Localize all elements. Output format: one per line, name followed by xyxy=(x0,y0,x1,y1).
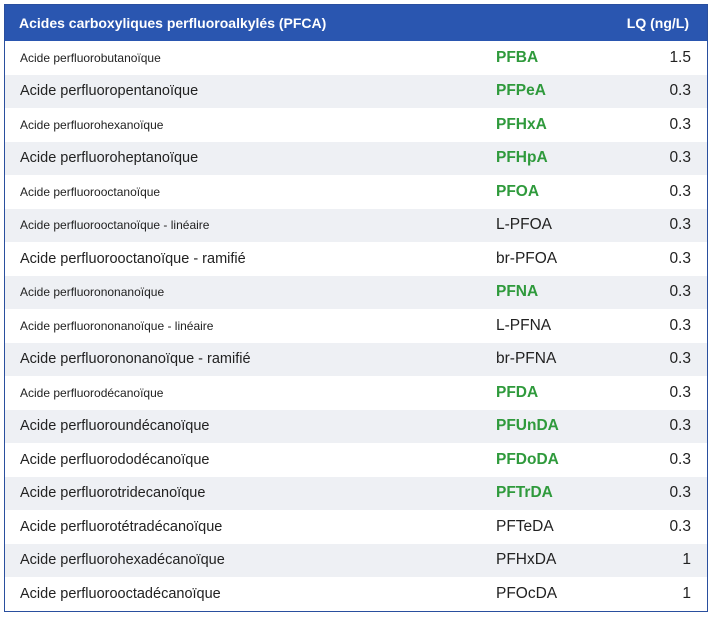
compound-abbreviation: PFDoDA xyxy=(496,450,559,468)
lq-value: 0.3 xyxy=(669,350,691,368)
table-row: Acide perfluorotétradécanoïque PFTeDA 0.3 xyxy=(5,510,707,544)
lq-value: 0.3 xyxy=(669,283,691,301)
lq-value: 0.3 xyxy=(669,249,691,267)
lq-value: 0.3 xyxy=(669,517,691,535)
compound-abbreviation: PFPeA xyxy=(496,82,546,100)
compound-name: Acide perfluorodécanoïque xyxy=(20,385,164,400)
table-header: Acides carboxyliques perfluoroalkylés (P… xyxy=(5,5,707,41)
table-title: Acides carboxyliques perfluoroalkylés (P… xyxy=(19,15,327,31)
compound-name: Acide perfluorotridecanoïque xyxy=(20,485,206,502)
compound-abbreviation: PFHpA xyxy=(496,149,548,167)
compound-name: Acide perfluorononanoïque - linéaire xyxy=(20,318,214,333)
compound-abbreviation: PFOcDA xyxy=(496,584,558,602)
compound-name: Acide perfluorooctanoïque - ramifié xyxy=(20,250,246,267)
compound-name: Acide perfluorooctadécanoïque xyxy=(20,585,221,602)
table-row: Acide perfluorooctanoïque - linéaire L-PF… xyxy=(5,208,707,242)
table-body: Acide perfluorobutanoïque PFBA 1.5 Acide pe… xyxy=(5,41,707,611)
lq-value: 0.3 xyxy=(669,383,691,401)
lq-value: 0.3 xyxy=(669,450,691,468)
compound-abbreviation: L-PFOA xyxy=(496,216,552,234)
lq-value: 0.3 xyxy=(669,417,691,435)
pfca-table: Acides carboxyliques perfluoroalkylés (P… xyxy=(4,4,708,612)
table-row: Acide perfluoropentanoïque PFPeA 0.3 xyxy=(5,74,707,108)
table-row: Acide perfluorononanoïque - ramifié br-PF… xyxy=(5,342,707,376)
compound-name: Acide perfluoroheptanoïque xyxy=(20,150,199,167)
compound-name: Acide perfluorononanoïque - ramifié xyxy=(20,351,251,368)
table-row: Acide perfluorooctanoïque - ramifié br-PF… xyxy=(5,242,707,276)
compound-name: Acide perfluoroundécanoïque xyxy=(20,418,210,435)
lq-value: 0.3 xyxy=(669,316,691,334)
table-row: Acide perfluorobutanoïque PFBA 1.5 xyxy=(5,41,707,75)
compound-abbreviation: PFNA xyxy=(496,283,539,301)
lq-value: 1.5 xyxy=(669,48,691,66)
compound-name: Acide perfluorooctanoïque xyxy=(20,184,161,199)
table-row: Acide perfluorohexadécanoïque PFHxDA 1 xyxy=(5,543,707,577)
compound-abbreviation: PFTeDA xyxy=(496,517,554,535)
compound-abbreviation: br-PFNA xyxy=(496,350,557,368)
table-row: Acide perfluorononanoïque - linéaire L-PF… xyxy=(5,309,707,343)
compound-abbreviation: PFBA xyxy=(496,48,539,66)
compound-abbreviation: PFUnDA xyxy=(496,417,559,435)
lq-value: 0.3 xyxy=(669,149,691,167)
lq-value: 0.3 xyxy=(669,182,691,200)
compound-name: Acide perfluorododécanoïque xyxy=(20,451,210,468)
lq-value: 1 xyxy=(682,551,691,569)
table-row: Acide perfluorononanoïque PFNA 0.3 xyxy=(5,275,707,309)
table-row: Acide perfluoroundécanoïque PFUnDA 0.3 xyxy=(5,409,707,443)
table-row: Acide perfluoroheptanoïque PFHpA 0.3 xyxy=(5,141,707,175)
lq-value: 1 xyxy=(682,584,691,602)
compound-abbreviation: PFHxDA xyxy=(496,551,557,569)
table-row: Acide perfluorodécanoïque PFDA 0.3 xyxy=(5,376,707,410)
lq-value: 0.3 xyxy=(669,216,691,234)
lq-value: 0.3 xyxy=(669,484,691,502)
lq-value: 0.3 xyxy=(669,82,691,100)
compound-name: Acide perfluorobutanoïque xyxy=(20,50,161,65)
compound-abbreviation: PFOA xyxy=(496,182,540,200)
compound-abbreviation: PFTrDA xyxy=(496,484,553,502)
table-row: Acide perfluorooctadécanoïque PFOcDA 1 xyxy=(5,577,707,611)
lq-column-header: LQ (ng/L) xyxy=(626,15,689,31)
compound-name: Acide perfluorotétradécanoïque xyxy=(20,518,223,535)
lq-value: 0.3 xyxy=(669,115,691,133)
compound-abbreviation: br-PFOA xyxy=(496,249,558,267)
table-row: Acide perfluorooctanoïque PFOA 0.3 xyxy=(5,175,707,209)
compound-name: Acide perfluorooctanoïque - linéaire xyxy=(20,218,210,233)
compound-abbreviation: PFDA xyxy=(496,383,539,401)
table-row: Acide perfluorododécanoïque PFDoDA 0.3 xyxy=(5,443,707,477)
table-row: Acide perfluorohexanoïque PFHxA 0.3 xyxy=(5,108,707,142)
compound-name: Acide perfluoropentanoïque xyxy=(20,83,199,100)
table-row: Acide perfluorotridecanoïque PFTrDA 0.3 xyxy=(5,476,707,510)
compound-abbreviation: PFHxA xyxy=(496,115,547,133)
compound-name: Acide perfluorohexanoïque xyxy=(20,117,164,132)
compound-name: Acide perfluorononanoïque xyxy=(20,285,165,300)
compound-abbreviation: L-PFNA xyxy=(496,316,552,334)
compound-name: Acide perfluorohexadécanoïque xyxy=(20,552,225,569)
